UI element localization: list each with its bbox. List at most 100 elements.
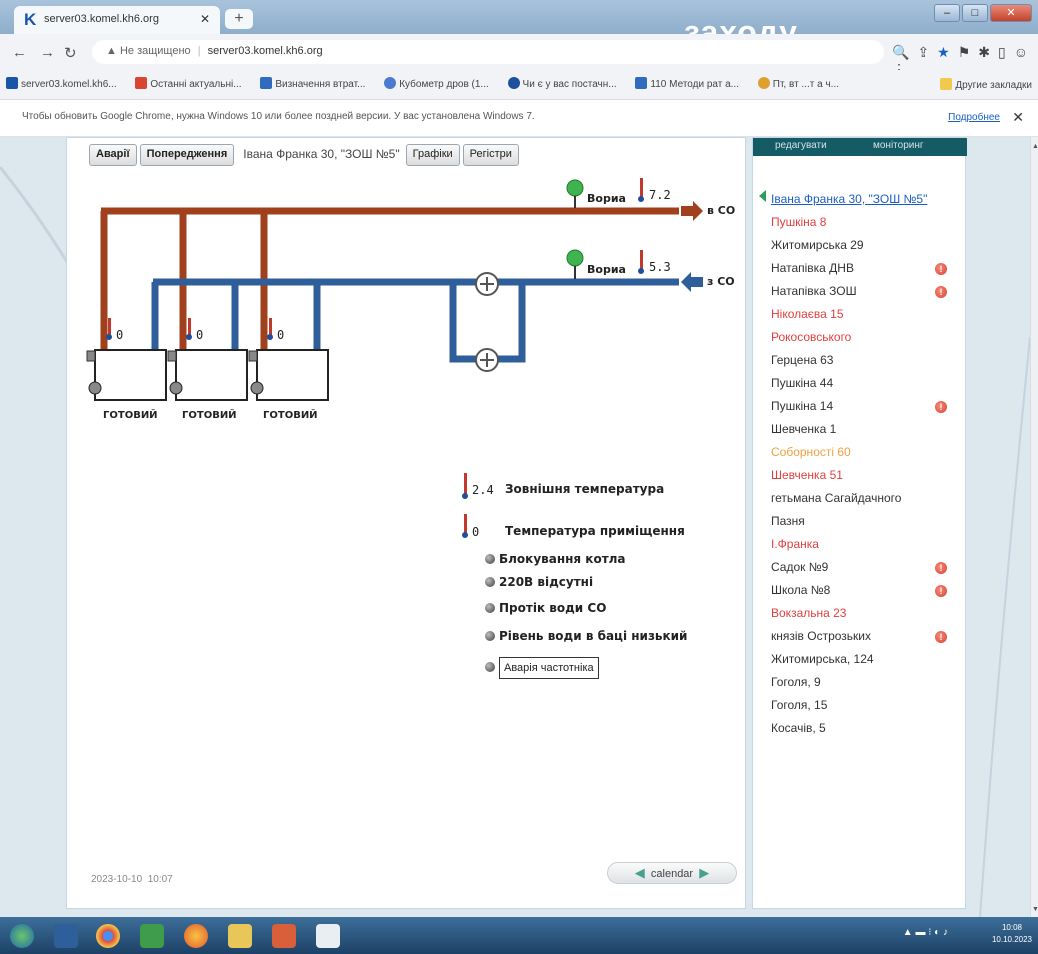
pump-icon[interactable] <box>475 348 499 372</box>
site-list-item[interactable]: Шевченка 1 <box>771 418 961 441</box>
bookmark-favicon-icon <box>635 77 648 89</box>
address-bar-row: ← → ↻ ▲ Не защищено | server03.komel.kh6… <box>0 34 1038 77</box>
inverter-alarm-field[interactable]: Аварія частотніка <box>499 657 599 679</box>
maximize-icon[interactable]: □ <box>962 4 988 22</box>
excel-icon[interactable] <box>140 924 164 948</box>
close-window-icon[interactable]: ✕ <box>990 4 1032 22</box>
scroll-down-icon[interactable]: ▼ <box>1032 906 1038 913</box>
zoom-icon[interactable]: 🔍 <box>892 44 917 60</box>
start-button-icon[interactable] <box>10 924 34 948</box>
tab-monitoring[interactable]: моніторинг <box>873 140 924 151</box>
profile-icon[interactable]: ☺ <box>1014 44 1036 60</box>
site-list-item[interactable]: І.Франка <box>771 533 961 556</box>
site-list-item[interactable]: Пушкіна 44 <box>771 372 961 395</box>
site-list-item[interactable]: Вокзальна 23 <box>771 602 961 625</box>
site-list-item[interactable]: Соборності 60 <box>771 441 961 464</box>
site-list-item[interactable]: Рокосовського <box>771 326 961 349</box>
bookmark-favicon-icon <box>135 77 148 89</box>
window-controls: – □ ✕ <box>932 4 1032 22</box>
site-list-item[interactable]: Пушкіна 8 <box>771 211 961 234</box>
supply-temp: 7.2 <box>649 188 671 202</box>
back-icon[interactable]: ← <box>12 44 27 61</box>
bookmark-item[interactable]: Кубометр дров (1... <box>384 77 489 90</box>
infobar-more-link[interactable]: Подробнее <box>948 112 1000 123</box>
alert-icon: ! <box>935 286 947 298</box>
scheme-panel: Аварії Попередження Івана Франка 30, "ЗОШ … <box>66 137 746 909</box>
calendar-control[interactable]: ◀ calendar ▶ <box>607 862 737 884</box>
thermometer-icon <box>462 514 468 538</box>
site-list-item[interactable]: Івана Франка 30, "ЗОШ №5" <box>771 188 961 211</box>
site-list-item[interactable]: Косачів, 5 <box>771 717 961 740</box>
site-name: Рокосовського <box>771 330 852 344</box>
url-input[interactable]: ▲ Не защищено | server03.komel.kh6.org <box>92 40 884 64</box>
boiler-icon[interactable] <box>86 349 167 401</box>
outdoor-temp-label: Зовнішня температура <box>505 482 665 496</box>
next-day-icon[interactable]: ▶ <box>699 865 709 880</box>
thermometer-icon <box>638 250 644 274</box>
pump-icon[interactable] <box>475 272 499 296</box>
browser-tab[interactable]: K server03.komel.kh6.org ✕ <box>14 6 220 34</box>
reload-icon[interactable]: ↻ <box>64 44 77 62</box>
site-list-item[interactable]: Житомирська, 124 <box>771 648 961 671</box>
prev-day-icon[interactable]: ◀ <box>635 865 645 880</box>
bookmark-item[interactable]: Визначення втрат... <box>260 77 365 90</box>
bookmark-item[interactable]: server03.komel.kh6... <box>6 77 117 90</box>
site-name: Пушкіна 8 <box>771 215 827 229</box>
page-scrollbar[interactable]: ▲ ▼ <box>1030 137 1038 917</box>
new-tab-button[interactable]: + <box>225 9 253 29</box>
site-list-item[interactable]: Садок №9! <box>771 556 961 579</box>
site-list-item[interactable]: Гоголя, 9 <box>771 671 961 694</box>
sidepanel-icon[interactable]: ▯ <box>998 44 1014 60</box>
bookmark-item[interactable]: Пт, вт ...т а ч... <box>757 77 839 90</box>
status-item: Рівень води в баці низький <box>485 629 687 643</box>
boiler-icon[interactable] <box>167 349 248 401</box>
other-bookmarks[interactable]: Другие закладки <box>940 78 1032 91</box>
site-list-item[interactable]: Герцена 63 <box>771 349 961 372</box>
bookmark-star-icon[interactable]: ★ <box>937 44 958 60</box>
boiler-icon[interactable] <box>248 349 329 401</box>
site-list-item[interactable]: Школа №8! <box>771 579 961 602</box>
bookmark-item[interactable]: Чи є у вас постачн... <box>507 77 617 90</box>
tab-title: server03.komel.kh6.org <box>44 13 159 25</box>
selected-arrow-icon <box>759 190 766 202</box>
bookmark-item[interactable]: 110 Методи рат а... <box>635 77 739 90</box>
boiler-temp: 0 <box>277 328 285 342</box>
site-list-item[interactable]: Житомирська 29 <box>771 234 961 257</box>
site-list-item[interactable]: Натапівка ДНВ! <box>771 257 961 280</box>
share-icon[interactable]: ⇪ <box>917 44 937 60</box>
system-clock[interactable]: 10:08 10.10.2023 <box>992 922 1032 946</box>
minimize-icon[interactable]: – <box>934 4 960 22</box>
site-list-item[interactable]: Натапівка ЗОШ! <box>771 280 961 303</box>
bookmark-favicon-icon <box>507 77 520 89</box>
site-list-item[interactable]: князів Острозьких! <box>771 625 961 648</box>
return-arrow-icon <box>681 272 703 292</box>
infobar-close-icon[interactable]: ✕ <box>1012 109 1024 126</box>
alert-icon: ! <box>935 263 947 275</box>
document-icon[interactable] <box>316 924 340 948</box>
puzzle-icon[interactable]: ✱ <box>978 44 998 60</box>
scroll-up-icon[interactable]: ▲ <box>1032 143 1038 150</box>
office-icon[interactable] <box>272 924 296 948</box>
site-list-item[interactable]: Гоголя, 15 <box>771 694 961 717</box>
forward-icon[interactable]: → <box>40 44 55 61</box>
site-list-item[interactable]: Шевченка 51 <box>771 464 961 487</box>
system-tray[interactable]: ▲ ▬ ⁝ ◐ ♪ <box>903 927 948 938</box>
save-app-icon[interactable] <box>54 924 78 948</box>
tab-edit[interactable]: редагувати <box>775 140 827 151</box>
site-name: Соборності 60 <box>771 445 851 459</box>
site-list-item[interactable]: Пазня <box>771 510 961 533</box>
site-list-item[interactable]: Ніколаєва 15 <box>771 303 961 326</box>
tab-close-icon[interactable]: ✕ <box>200 12 210 26</box>
chrome-icon[interactable] <box>96 924 120 948</box>
extension-icon[interactable]: ⚑ <box>958 44 979 60</box>
site-name: Школа №8 <box>771 583 831 597</box>
site-name: Садок №9 <box>771 560 829 574</box>
site-list-item[interactable]: Пушкіна 14! <box>771 395 961 418</box>
firefox-icon[interactable] <box>184 924 208 948</box>
folder-icon[interactable] <box>228 924 252 948</box>
bookmark-item[interactable]: Останні актуальні... <box>135 77 242 90</box>
return-direction: з СО <box>707 275 735 288</box>
site-list-item[interactable]: гетьмана Сагайдачного <box>771 487 961 510</box>
windows-taskbar: ▲ ▬ ⁝ ◐ ♪ 10:08 10.10.2023 <box>0 917 1038 954</box>
timestamp: 2023-10-10 10:07 <box>91 874 173 885</box>
